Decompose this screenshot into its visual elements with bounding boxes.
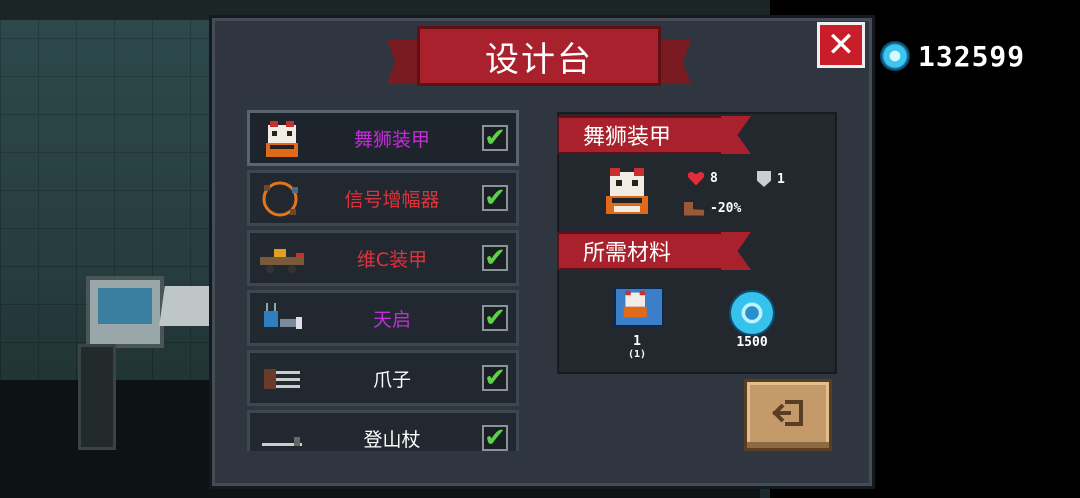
item-name: 维C装甲 xyxy=(356,248,428,271)
item-name-ribbon: 舞狮装甲 xyxy=(557,116,725,154)
item-name: 登山杖 xyxy=(363,428,421,451)
paper-prop xyxy=(159,286,215,326)
health-value: 8 xyxy=(710,171,718,186)
signal-amplifier-icon xyxy=(262,181,298,217)
lion-blueprint-icon xyxy=(614,287,664,327)
shield-icon xyxy=(757,171,771,187)
item-checkbox[interactable]: ✔ xyxy=(482,425,508,451)
item-name: 天启 xyxy=(372,308,411,331)
claw-icon xyxy=(264,369,300,389)
close-icon: ✕ xyxy=(826,25,856,65)
banner-main: 设计台 xyxy=(417,26,661,86)
apocalypse-icon xyxy=(264,303,302,329)
check-icon: ✔ xyxy=(484,123,506,153)
check-icon: ✔ xyxy=(484,363,506,393)
lion-armor-icon xyxy=(266,121,298,157)
gem-cost: 1500 xyxy=(736,335,768,350)
vitamin-c-armor-icon xyxy=(260,249,304,273)
boot-icon xyxy=(684,201,704,216)
currency-amount: 132599 xyxy=(918,39,1026,73)
item-name: 爪子 xyxy=(372,368,411,391)
item-checkbox[interactable]: ✔ xyxy=(482,185,508,211)
item-checkbox[interactable]: ✔ xyxy=(482,305,508,331)
speed-value: -20% xyxy=(710,201,742,216)
check-icon: ✔ xyxy=(484,423,506,451)
check-icon: ✔ xyxy=(484,303,506,333)
item-name: 舞狮装甲 xyxy=(353,128,430,151)
desk-prop xyxy=(78,344,116,450)
item-name: 信号增幅器 xyxy=(344,188,440,211)
armor-stat: 1 xyxy=(757,171,785,187)
heart-icon xyxy=(688,171,704,186)
item-checkbox[interactable]: ✔ xyxy=(482,365,508,391)
list-item[interactable]: 登山杖 ✔ xyxy=(247,410,519,451)
list-item[interactable]: 爪子 ✔ xyxy=(247,350,519,406)
materials-title: 所需材料 xyxy=(583,241,672,266)
item-checkbox[interactable]: ✔ xyxy=(482,245,508,271)
gem-icon xyxy=(880,41,910,71)
check-icon: ✔ xyxy=(484,243,506,273)
recipe-list[interactable]: 舞狮装甲 ✔ 信号增幅器 ✔ 维C装甲 ✔ 天启 ✔ 爪子 ✔ 登山杖 ✔ xyxy=(247,110,519,451)
trekking-pole-icon xyxy=(262,437,302,446)
material-quantity: 1 xyxy=(633,334,641,349)
title-banner: 设计台 xyxy=(387,22,691,90)
lion-armor-icon xyxy=(606,168,648,214)
list-item[interactable]: 维C装甲 ✔ xyxy=(247,230,519,286)
page-title: 设计台 xyxy=(485,39,593,80)
list-item[interactable]: 舞狮装甲 ✔ xyxy=(247,110,519,166)
detail-item-name: 舞狮装甲 xyxy=(583,125,672,150)
list-item[interactable]: 天启 ✔ xyxy=(247,290,519,346)
armor-value: 1 xyxy=(777,171,785,187)
health-stat: 8 xyxy=(688,171,718,186)
gem-icon xyxy=(729,290,775,336)
speed-stat: -20% xyxy=(684,201,741,216)
currency-display: 132599 xyxy=(880,38,1025,74)
check-icon: ✔ xyxy=(484,183,506,213)
list-item[interactable]: 信号增幅器 ✔ xyxy=(247,170,519,226)
material-owned: (1) xyxy=(627,349,647,360)
close-button[interactable]: ✕ xyxy=(817,22,865,68)
computer-monitor xyxy=(86,276,164,348)
exit-door-icon xyxy=(772,400,803,426)
item-checkbox[interactable]: ✔ xyxy=(482,125,508,151)
exit-button[interactable] xyxy=(744,379,832,451)
blueprint-art xyxy=(623,290,647,318)
materials-ribbon: 所需材料 xyxy=(557,232,725,270)
